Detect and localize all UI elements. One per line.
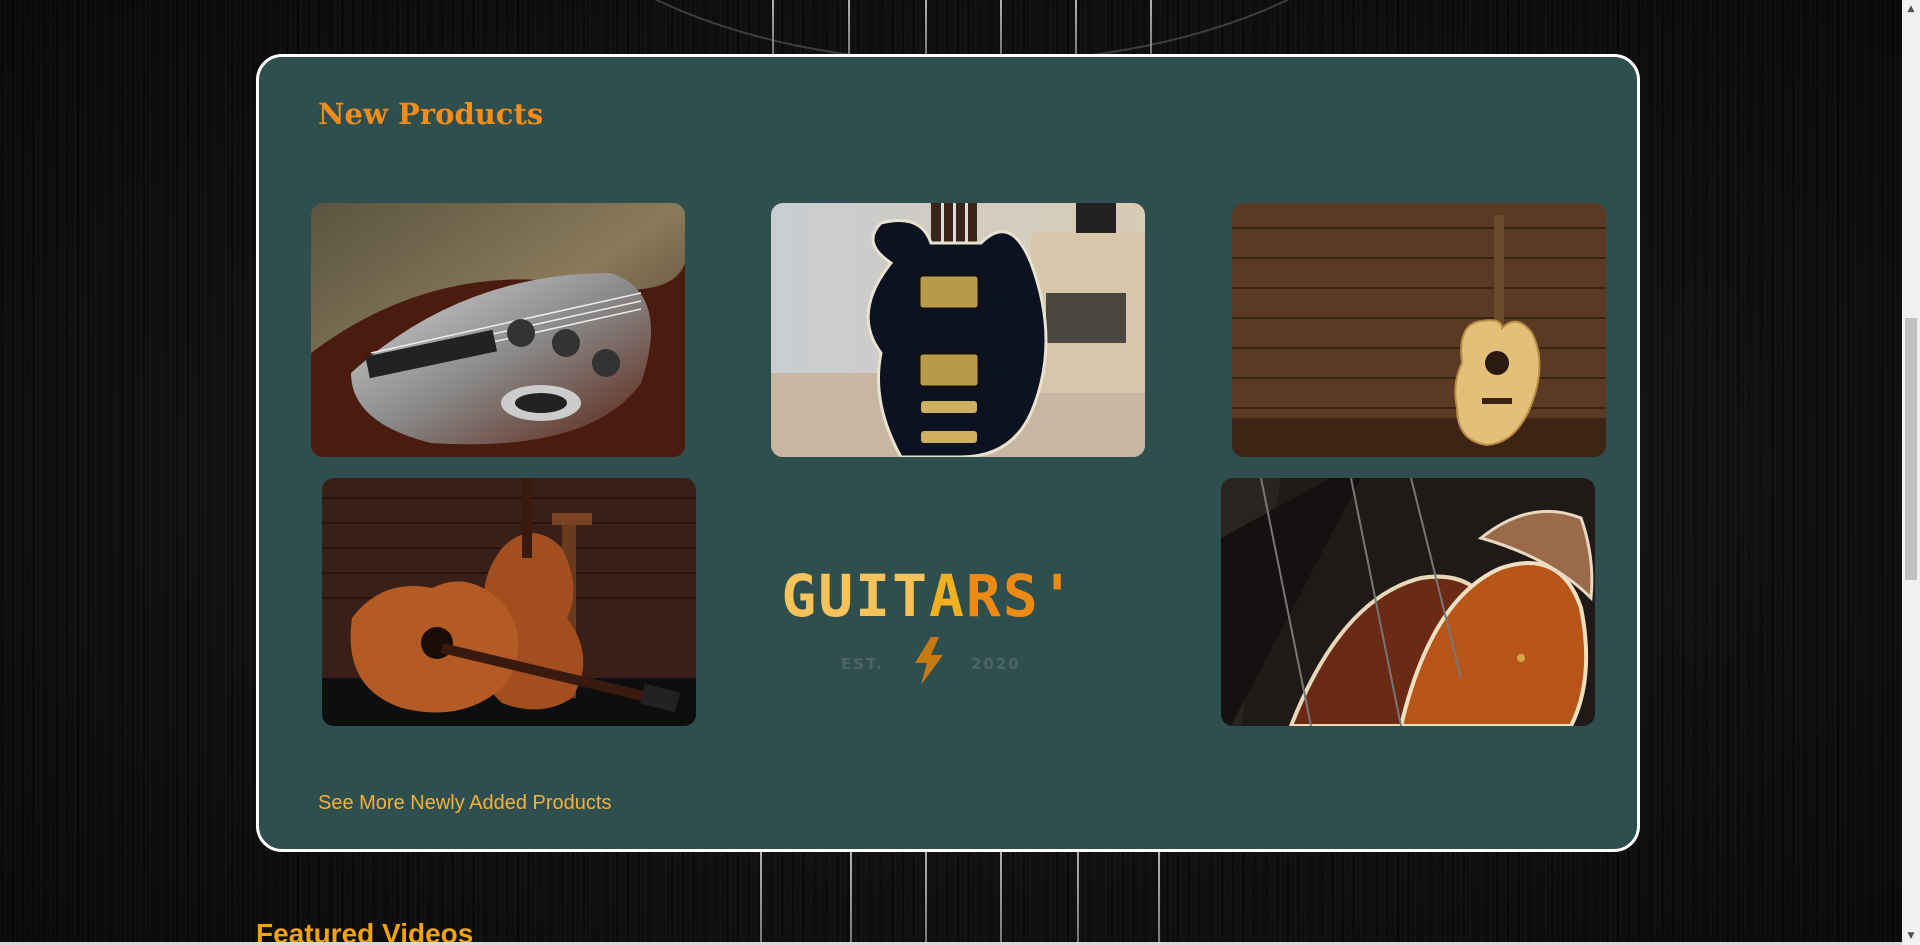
vertical-scrollbar[interactable]: ▲ ▼ bbox=[1902, 0, 1920, 945]
logo-word-part1: GUIT bbox=[781, 562, 929, 630]
scroll-down-arrow-icon[interactable]: ▼ bbox=[1902, 927, 1920, 945]
background-string bbox=[1000, 0, 1002, 54]
product-image-graphic bbox=[771, 203, 1145, 457]
logo-wordmark: GUITARS' bbox=[759, 567, 1099, 625]
background-string bbox=[1158, 852, 1160, 945]
product-image-acoustic-wood-wall[interactable] bbox=[1232, 203, 1606, 457]
see-more-products-link[interactable]: See More Newly Added Products bbox=[318, 792, 612, 815]
logo-word-part3: RS' bbox=[965, 562, 1077, 630]
product-image-graphic bbox=[1232, 203, 1606, 457]
background-string bbox=[1077, 852, 1079, 945]
background-string bbox=[850, 852, 852, 945]
product-image-two-acoustics[interactable] bbox=[322, 478, 696, 726]
background-string bbox=[760, 852, 762, 945]
lightning-bolt-icon bbox=[915, 637, 943, 685]
product-image-graphic bbox=[322, 478, 696, 726]
product-image-electric-guitar[interactable] bbox=[311, 203, 685, 457]
product-image-guitar-bodies[interactable] bbox=[1221, 478, 1595, 726]
product-image-graphic bbox=[1221, 478, 1595, 726]
featured-videos-heading: Featured Videos bbox=[256, 918, 474, 945]
background-string bbox=[1000, 852, 1002, 945]
logo-year: 2020 bbox=[971, 655, 1021, 673]
background-string bbox=[1150, 0, 1152, 54]
new-products-title: New Products bbox=[318, 97, 544, 131]
new-products-panel: New Products GUITARS' EST. 2020 See More… bbox=[256, 54, 1640, 852]
background-string bbox=[925, 852, 927, 945]
product-image-graphic bbox=[311, 203, 685, 457]
scroll-up-arrow-icon[interactable]: ▲ bbox=[1902, 0, 1920, 18]
guitars-logo: GUITARS' EST. 2020 bbox=[759, 567, 1099, 777]
background-string bbox=[772, 0, 774, 54]
scrollbar-thumb[interactable] bbox=[1905, 318, 1917, 580]
product-image-black-guitar[interactable] bbox=[771, 203, 1145, 457]
background-string bbox=[925, 0, 927, 54]
page-background: New Products GUITARS' EST. 2020 See More… bbox=[0, 0, 1920, 945]
logo-est-label: EST. bbox=[841, 655, 884, 673]
background-string bbox=[848, 0, 850, 54]
background-string bbox=[1075, 0, 1077, 54]
logo-word-part2: A bbox=[929, 562, 966, 630]
